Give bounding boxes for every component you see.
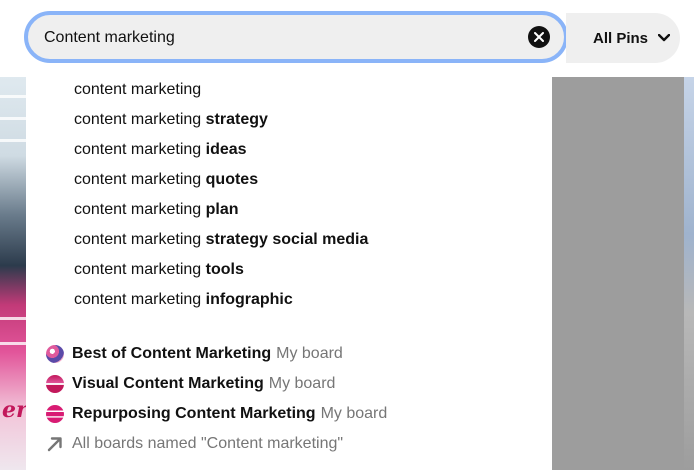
board-thumbnail-icon (46, 345, 64, 363)
board-result-item[interactable]: Best of Content Marketing My board (46, 339, 343, 369)
board-meta: My board (268, 375, 336, 392)
suggestion-suffix: tools (205, 261, 244, 278)
background-pin-image-left: er (0, 77, 26, 470)
all-boards-link[interactable]: All boards named "Content marketing" (46, 429, 343, 459)
suggestion-prefix: content marketing (74, 291, 202, 308)
suggestion-suffix: infographic (205, 291, 293, 308)
close-icon (534, 32, 544, 42)
suggestion-prefix: content marketing (74, 111, 202, 128)
suggestion-prefix: content marketing (74, 81, 202, 98)
board-name: Repurposing Content Marketing (72, 405, 316, 422)
board-name: Visual Content Marketing (72, 375, 264, 392)
suggestion-item[interactable]: content marketing ideas (74, 135, 247, 165)
search-filter-dropdown[interactable]: All Pins (566, 13, 680, 63)
search-box[interactable] (24, 11, 568, 63)
arrow-up-right-icon (46, 435, 64, 453)
all-boards-label: All boards named "Content marketing" (72, 435, 344, 452)
suggestion-item[interactable]: content marketing tools (74, 255, 244, 285)
board-name: Best of Content Marketing (72, 345, 272, 362)
search-input[interactable] (42, 15, 516, 61)
suggestion-item[interactable]: content marketing strategy (74, 105, 268, 135)
suggestion-suffix: plan (205, 201, 239, 218)
suggestion-suffix: ideas (205, 141, 247, 158)
background-overlay-right (552, 77, 694, 470)
suggestion-prefix: content marketing (74, 261, 202, 278)
suggestion-item[interactable]: content marketing plan (74, 195, 239, 225)
search-filter-label: All Pins (593, 29, 649, 47)
board-meta: My board (276, 345, 343, 362)
suggestion-item[interactable]: content marketing quotes (74, 165, 258, 195)
suggestion-suffix: strategy (205, 111, 268, 128)
suggestion-suffix: strategy social media (205, 231, 369, 248)
board-result-item[interactable]: Repurposing Content Marketing My board (46, 399, 387, 429)
board-result-item[interactable]: Visual Content Marketing My board (46, 369, 335, 399)
background-pin-image-right (684, 77, 694, 470)
background-pin-text: er (2, 397, 26, 423)
suggestion-item[interactable]: content marketing (74, 75, 201, 105)
board-thumbnail-icon (46, 375, 64, 393)
suggestion-prefix: content marketing (74, 171, 202, 188)
suggestion-suffix: quotes (205, 171, 259, 188)
suggestion-prefix: content marketing (74, 141, 202, 158)
board-thumbnail-icon (46, 405, 64, 423)
suggestion-prefix: content marketing (74, 231, 202, 248)
suggestion-item[interactable]: content marketing infographic (74, 285, 293, 315)
search-suggestions-dropdown: content marketing content marketing stra… (26, 63, 552, 470)
clear-search-button[interactable] (528, 26, 550, 48)
chevron-down-icon (658, 34, 671, 42)
suggestion-item[interactable]: content marketing strategy social media (74, 225, 368, 255)
board-meta: My board (320, 405, 388, 422)
suggestion-prefix: content marketing (74, 201, 202, 218)
